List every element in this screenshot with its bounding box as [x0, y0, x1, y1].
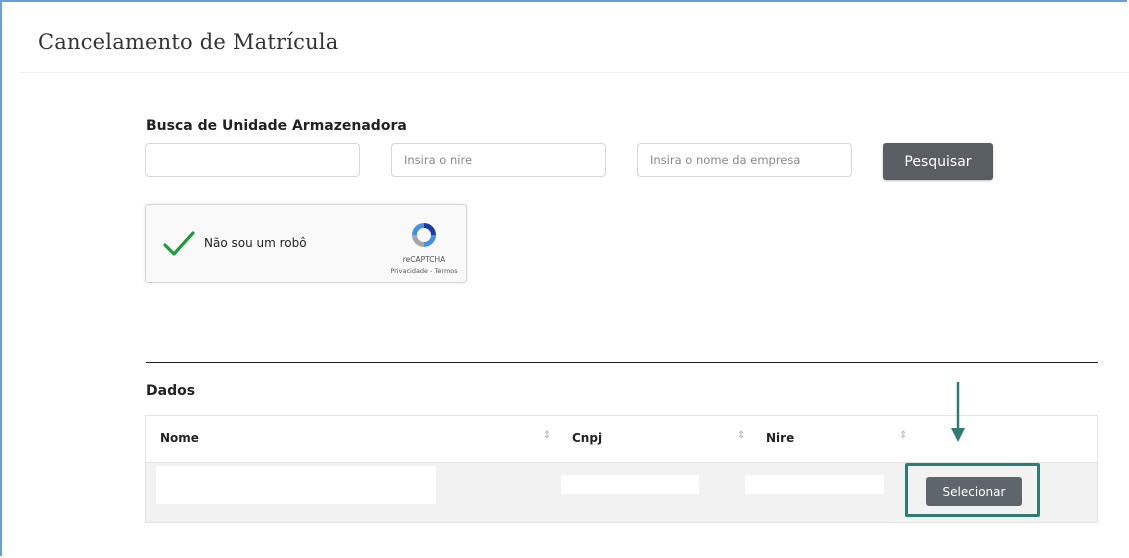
sort-icon[interactable]: ⇕: [899, 430, 907, 441]
recaptcha-logo-icon: [412, 223, 436, 247]
recaptcha-brand: reCAPTCHA: [402, 255, 446, 264]
column-header-cnpj[interactable]: Cnpj: [572, 431, 602, 445]
recaptcha-links[interactable]: Privacidade - Termos: [382, 267, 466, 275]
section-divider: [146, 362, 1098, 363]
search-heading: Busca de Unidade Armazenadora: [146, 118, 407, 134]
sort-icon[interactable]: ⇕: [737, 430, 745, 441]
arrow-down-icon: [951, 382, 965, 442]
search-button[interactable]: Pesquisar: [883, 143, 993, 180]
column-header-nire[interactable]: Nire: [766, 431, 794, 445]
empresa-input[interactable]: [637, 143, 852, 177]
search-input-primary[interactable]: [145, 143, 360, 177]
results-heading: Dados: [146, 383, 196, 399]
cell-nome: [156, 466, 436, 504]
recaptcha-widget: Não sou um robô reCAPTCHA Privacidade - …: [145, 204, 467, 283]
annotation-highlight-box: [905, 463, 1040, 517]
cell-cnpj: [561, 475, 699, 494]
sort-icon[interactable]: ⇕: [543, 430, 551, 441]
title-divider: [20, 72, 1129, 73]
column-header-nome[interactable]: Nome: [160, 431, 199, 445]
nire-input[interactable]: [391, 143, 606, 177]
captcha-label: Não sou um robô: [204, 236, 307, 250]
page-title: Cancelamento de Matrícula: [38, 30, 339, 54]
cell-nire: [745, 475, 884, 494]
checkmark-icon[interactable]: [162, 229, 196, 259]
